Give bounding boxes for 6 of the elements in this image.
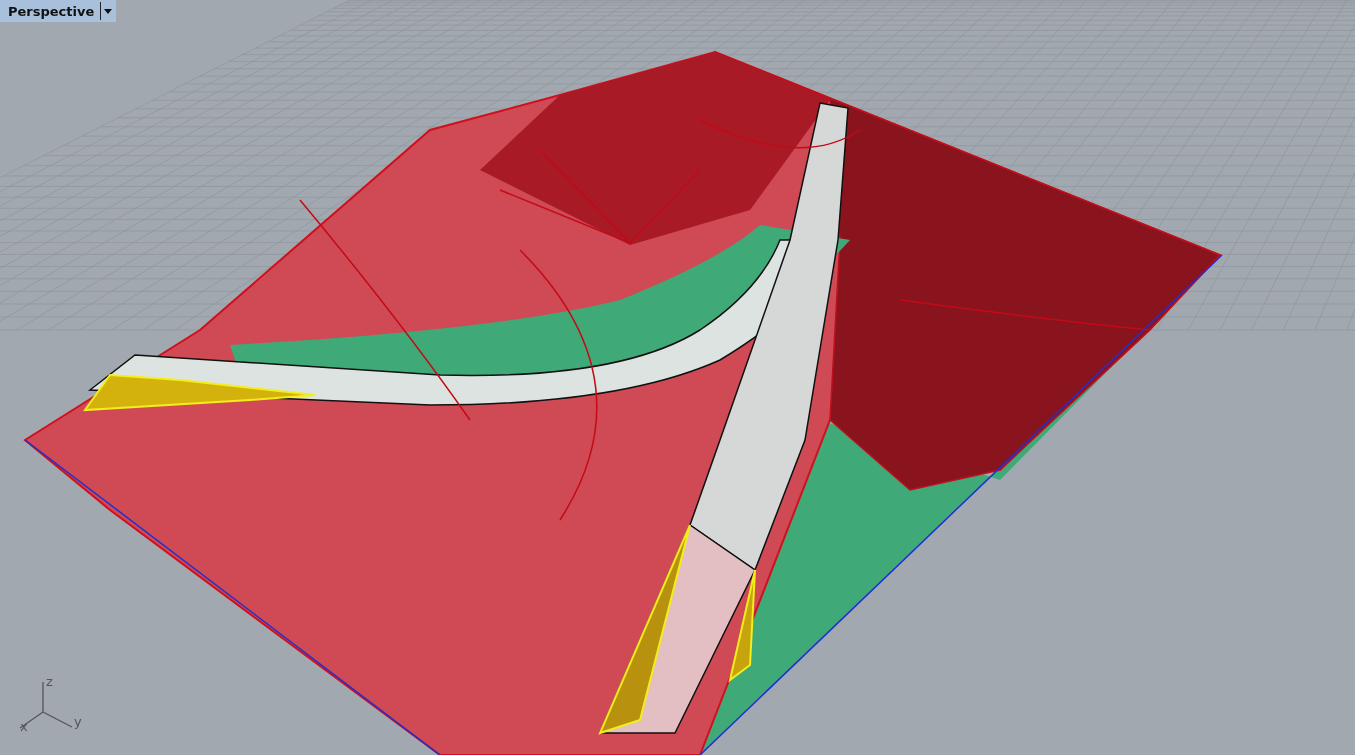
axis-label: y: [74, 714, 82, 729]
axis-label: z: [46, 674, 53, 689]
axis-icon: [19, 681, 73, 729]
viewport-menu-button[interactable]: [100, 2, 115, 20]
caret-icon: [103, 8, 112, 14]
viewport-tab[interactable]: Perspective: [0, 1, 101, 21]
